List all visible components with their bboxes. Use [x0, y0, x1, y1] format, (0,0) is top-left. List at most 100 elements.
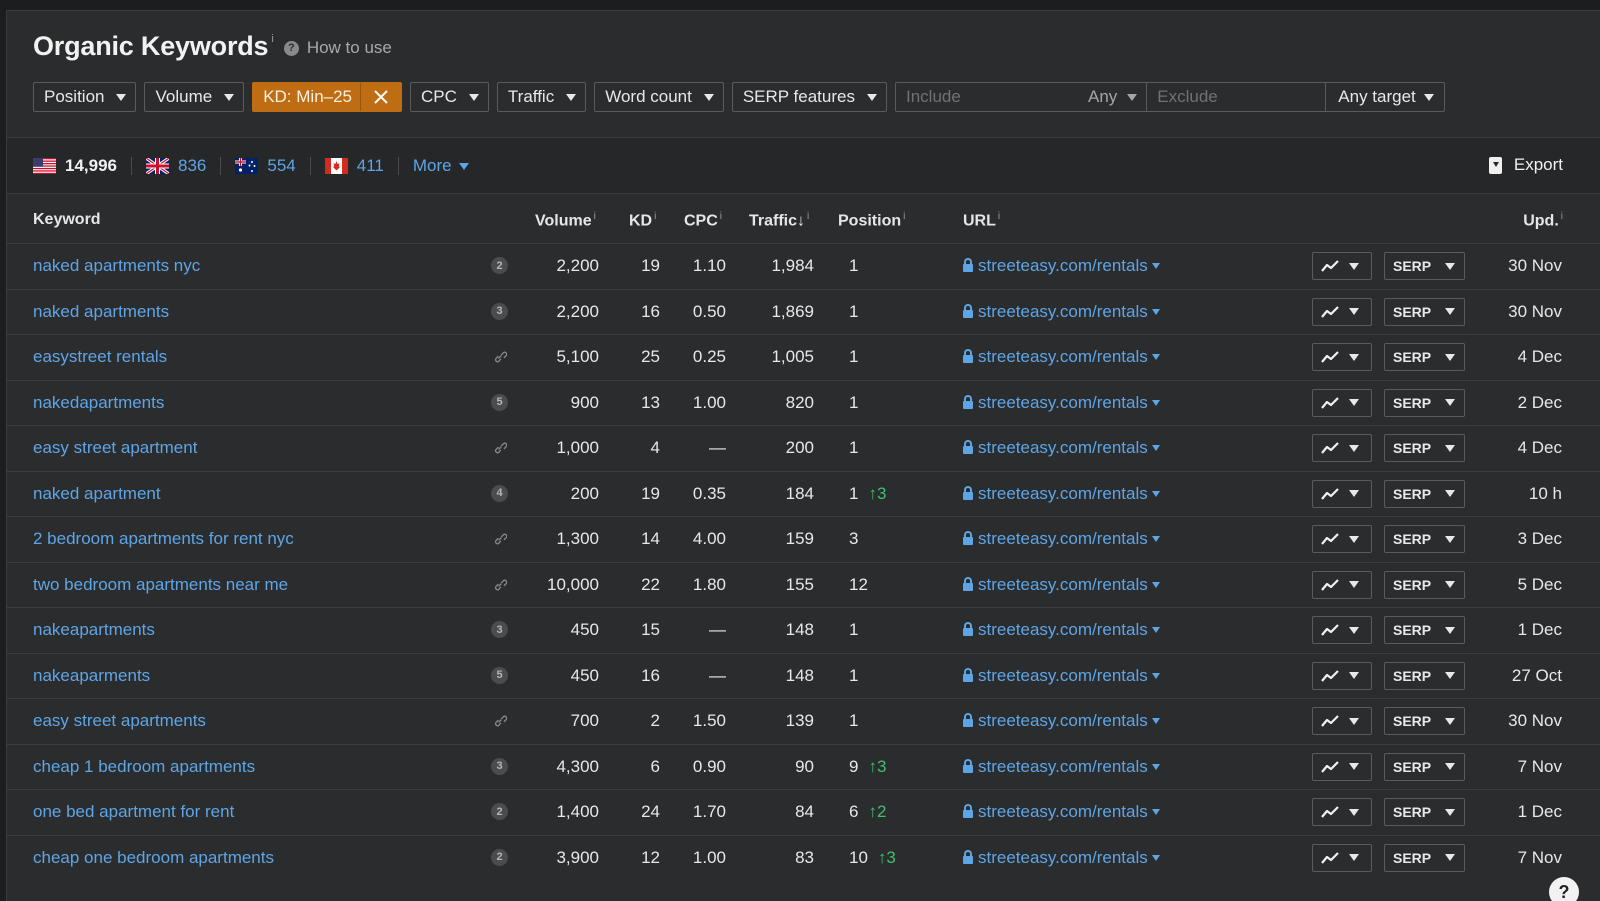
trend-chart-button[interactable]: [1312, 752, 1372, 781]
url-link[interactable]: streeteasy.com/rentals: [963, 438, 1160, 458]
country-ca[interactable]: 411: [324, 156, 384, 176]
url-link[interactable]: streeteasy.com/rentals: [963, 575, 1160, 595]
info-icon[interactable]: i: [998, 211, 1000, 222]
keyword-link[interactable]: easy street apartments: [33, 711, 206, 731]
target-select[interactable]: Any target: [1326, 83, 1444, 111]
trend-chart-button[interactable]: [1312, 707, 1372, 735]
url-link[interactable]: streeteasy.com/rentals: [963, 711, 1160, 731]
serp-button[interactable]: SERP: [1384, 843, 1465, 872]
country-gb[interactable]: 836: [146, 156, 206, 176]
col-volume[interactable]: Volume i: [535, 211, 596, 230]
trend-chart-button[interactable]: [1312, 252, 1372, 280]
serp-features-badge[interactable]: 5: [491, 393, 508, 411]
trend-chart-button[interactable]: [1312, 616, 1372, 644]
col-cpc[interactable]: CPC i: [684, 211, 722, 230]
cpc-filter[interactable]: CPC: [410, 82, 489, 112]
url-link[interactable]: streeteasy.com/rentals: [963, 302, 1160, 322]
traffic-filter[interactable]: Traffic: [496, 82, 587, 112]
keyword-link[interactable]: easy street apartment: [33, 438, 197, 458]
country-au[interactable]: 554: [235, 156, 296, 176]
col-keyword[interactable]: Keyword: [33, 211, 101, 229]
chevron-down-icon[interactable]: [1151, 854, 1160, 861]
keyword-link[interactable]: nakeaparments: [33, 666, 150, 686]
chevron-down-icon[interactable]: [1151, 809, 1160, 815]
info-icon[interactable]: i: [1561, 211, 1563, 222]
link-icon[interactable]: [493, 349, 508, 363]
url-link[interactable]: streeteasy.com/rentals: [963, 393, 1160, 413]
chevron-down-icon[interactable]: [1151, 581, 1160, 588]
chevron-down-icon[interactable]: [1151, 763, 1160, 770]
url-link[interactable]: streeteasy.com/rentals: [963, 848, 1160, 868]
url-link[interactable]: streeteasy.com/rentals: [963, 666, 1160, 686]
url-link[interactable]: streeteasy.com/rentals: [963, 757, 1160, 777]
trend-chart-button[interactable]: [1312, 434, 1372, 462]
chevron-down-icon[interactable]: [1151, 399, 1160, 406]
chevron-down-icon[interactable]: [1151, 490, 1160, 497]
serp-features-badge[interactable]: 3: [491, 302, 508, 320]
trend-chart-button[interactable]: [1312, 843, 1372, 872]
info-icon[interactable]: i: [903, 211, 905, 222]
url-link[interactable]: streeteasy.com/rentals: [963, 347, 1160, 367]
trend-chart-button[interactable]: [1312, 343, 1372, 371]
col-url[interactable]: URL i: [963, 211, 1000, 230]
volume-filter[interactable]: Volume: [144, 82, 245, 112]
how-to-use-link[interactable]: ? How to use: [283, 38, 392, 58]
info-icon[interactable]: i: [654, 211, 656, 222]
col-traffic[interactable]: Traffic↓ i: [749, 211, 809, 230]
keyword-link[interactable]: two bedroom apartments near me: [33, 575, 288, 595]
serp-button[interactable]: SERP: [1384, 252, 1465, 280]
serp-features-badge[interactable]: 2: [491, 257, 508, 274]
serp-features-badge[interactable]: 3: [491, 621, 508, 638]
link-icon[interactable]: [493, 577, 508, 591]
keyword-link[interactable]: naked apartments: [33, 302, 169, 322]
info-icon[interactable]: i: [807, 211, 809, 222]
country-us[interactable]: 14,996: [33, 156, 117, 176]
serp-button[interactable]: SERP: [1384, 661, 1465, 690]
keyword-link[interactable]: naked apartments nyc: [33, 256, 200, 276]
serp-button[interactable]: SERP: [1384, 479, 1465, 508]
help-button[interactable]: ?: [1549, 877, 1579, 901]
url-link[interactable]: streeteasy.com/rentals: [963, 256, 1160, 276]
trend-chart-button[interactable]: [1312, 525, 1372, 553]
serp-button[interactable]: SERP: [1384, 707, 1465, 735]
keyword-link[interactable]: nakedapartments: [33, 393, 164, 413]
col-position[interactable]: Position i: [838, 211, 905, 230]
trend-chart-button[interactable]: [1312, 479, 1372, 508]
serp-button[interactable]: SERP: [1384, 798, 1465, 826]
chevron-down-icon[interactable]: [1151, 627, 1160, 633]
chevron-down-icon[interactable]: [1151, 536, 1160, 542]
serp-features-badge[interactable]: 2: [491, 848, 508, 866]
trend-chart-button[interactable]: [1312, 798, 1372, 826]
include-match-select[interactable]: Any: [1084, 83, 1148, 111]
serp-button[interactable]: SERP: [1384, 752, 1465, 781]
trend-chart-button[interactable]: [1312, 661, 1372, 690]
more-countries-dropdown[interactable]: More: [413, 156, 469, 176]
serp-features-badge[interactable]: 4: [491, 484, 508, 502]
serp-button[interactable]: SERP: [1384, 434, 1465, 462]
url-link[interactable]: streeteasy.com/rentals: [963, 529, 1160, 549]
keyword-link[interactable]: one bed apartment for rent: [33, 802, 234, 822]
kd-filter-active[interactable]: KD: Min–25: [252, 82, 403, 112]
chevron-down-icon[interactable]: [1151, 308, 1160, 315]
chevron-down-icon[interactable]: [1151, 354, 1160, 360]
keyword-link[interactable]: easystreet rentals: [33, 347, 167, 367]
word-count-filter[interactable]: Word count: [594, 82, 724, 112]
title-info-icon[interactable]: i: [271, 33, 273, 45]
serp-button[interactable]: SERP: [1384, 343, 1465, 371]
serp-button[interactable]: SERP: [1384, 616, 1465, 644]
keyword-link[interactable]: cheap one bedroom apartments: [33, 848, 274, 868]
chevron-down-icon[interactable]: [1151, 672, 1160, 679]
trend-chart-button[interactable]: [1312, 388, 1372, 417]
keyword-link[interactable]: nakeapartments: [33, 620, 155, 640]
url-link[interactable]: streeteasy.com/rentals: [963, 802, 1160, 822]
keyword-link[interactable]: 2 bedroom apartments for rent nyc: [33, 529, 294, 549]
serp-features-filter[interactable]: SERP features: [731, 82, 887, 112]
url-link[interactable]: streeteasy.com/rentals: [963, 620, 1160, 640]
serp-features-badge[interactable]: 3: [491, 757, 508, 775]
chevron-down-icon[interactable]: [1151, 263, 1160, 269]
serp-features-badge[interactable]: 5: [491, 666, 508, 684]
serp-features-badge[interactable]: 2: [491, 803, 508, 820]
serp-button[interactable]: SERP: [1384, 525, 1465, 553]
link-icon[interactable]: [493, 440, 508, 454]
trend-chart-button[interactable]: [1312, 297, 1372, 326]
